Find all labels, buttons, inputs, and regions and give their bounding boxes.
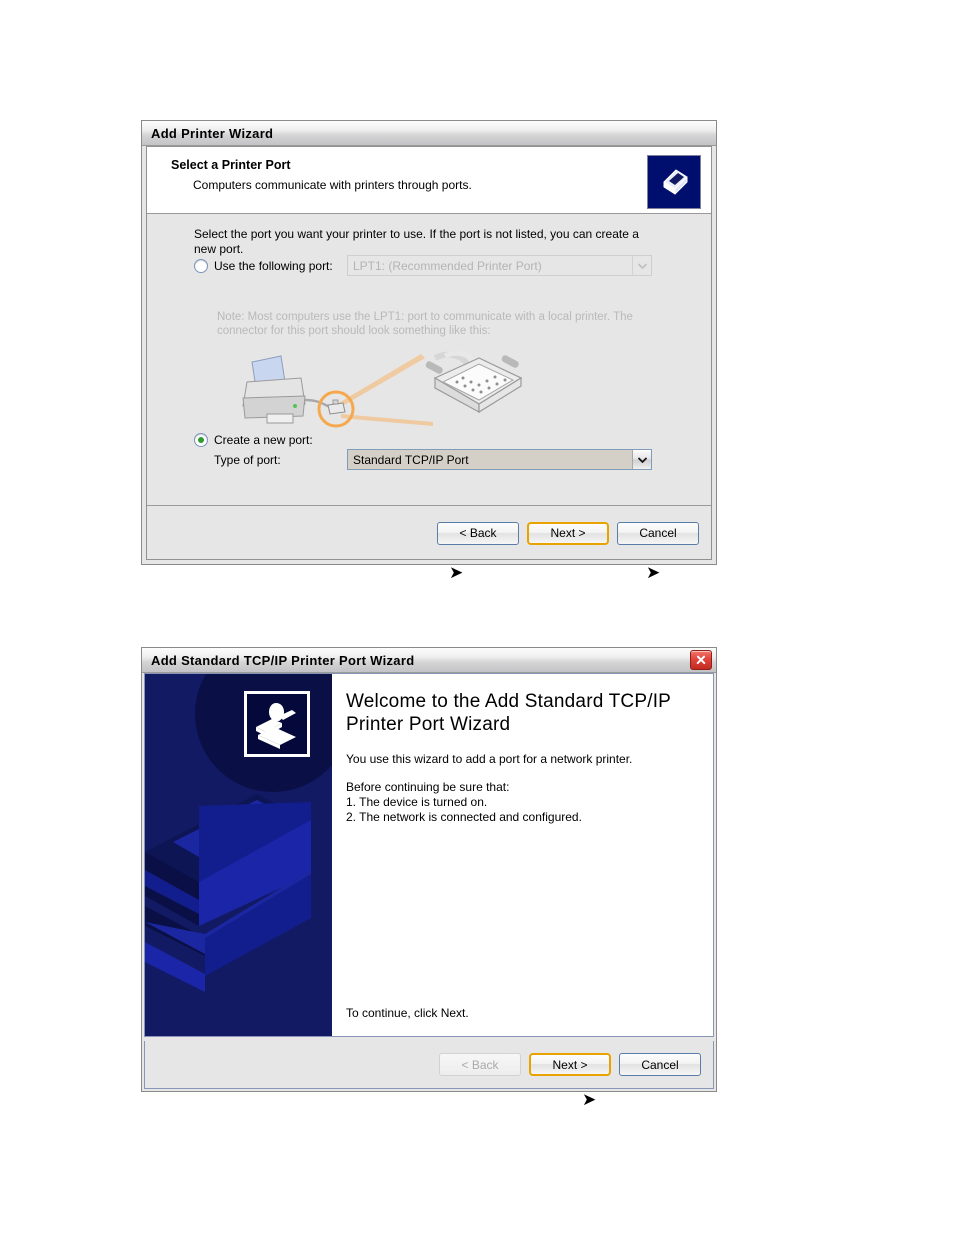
cancel-button[interactable]: Cancel	[617, 521, 699, 545]
next-button[interactable]: Next >	[527, 521, 609, 545]
prerequisite-item: 1. The device is turned on.	[346, 795, 488, 809]
welcome-heading: Welcome to the Add Standard TCP/IP Print…	[346, 691, 671, 735]
radio-use-existing-port[interactable]	[194, 259, 208, 273]
add-printer-wizard-dialog: Add Printer Wizard Select a Printer Port…	[141, 120, 717, 565]
dialog2-footer: < Back Next > Cancel	[144, 1041, 714, 1089]
close-icon[interactable]	[690, 650, 712, 670]
printer-icon	[647, 155, 701, 209]
next-button[interactable]: Next >	[529, 1053, 611, 1076]
wizard-banner-graphic	[145, 674, 332, 1036]
prerequisite-item: 2. The network is connected and configur…	[346, 810, 582, 824]
lpt1-note: Note: Most computers use the LPT1: port …	[217, 311, 633, 337]
next-button-pointer-icon: ➤	[582, 1090, 597, 1110]
existing-port-dropdown: LPT1: (Recommended Printer Port)	[347, 255, 652, 276]
cancel-button-pointer-icon: ➤	[646, 563, 661, 583]
port-type-dropdown[interactable]: Standard TCP/IP Port	[347, 449, 652, 470]
welcome-content: Welcome to the Add Standard TCP/IP Print…	[332, 674, 713, 1036]
continue-hint: To continue, click Next.	[346, 1006, 469, 1020]
chevron-down-icon[interactable]	[632, 450, 651, 469]
dialog2-title: Add Standard TCP/IP Printer Port Wizard	[151, 652, 415, 668]
type-of-port-label: Type of port:	[214, 453, 281, 467]
dialog2-titlebar[interactable]: Add Standard TCP/IP Printer Port Wizard	[142, 648, 716, 673]
radio-create-new-port[interactable]	[194, 433, 208, 447]
add-standard-tcpip-printer-port-wizard-dialog: Add Standard TCP/IP Printer Port Wizard	[141, 647, 717, 1092]
create-new-port-option[interactable]: Create a new port:	[194, 433, 313, 447]
page-subtitle: Computers communicate with printers thro…	[193, 178, 472, 192]
use-existing-port-option[interactable]: Use the following port:	[194, 259, 333, 273]
dialog1-title: Add Printer Wizard	[151, 125, 274, 141]
dialog1-body: Select the port you want your printer to…	[147, 215, 711, 506]
printer-parallel-connector-illustration	[229, 342, 529, 437]
page-title: Select a Printer Port	[171, 158, 291, 172]
existing-port-value: LPT1: (Recommended Printer Port)	[348, 256, 632, 275]
network-printer-icon	[244, 691, 310, 757]
intro-text: Select the port you want your printer to…	[194, 227, 639, 256]
next-button-pointer-icon: ➤	[449, 563, 464, 583]
dialog1-header: Select a Printer Port Computers communic…	[147, 147, 711, 214]
use-existing-port-label: Use the following port:	[214, 259, 333, 273]
dialog1-titlebar[interactable]: Add Printer Wizard	[142, 121, 716, 146]
dialog1-footer: < Back Next > Cancel	[147, 507, 711, 559]
port-type-value: Standard TCP/IP Port	[348, 450, 632, 469]
prerequisites-heading: Before continuing be sure that:	[346, 780, 510, 794]
dialog2-inner-frame: Welcome to the Add Standard TCP/IP Print…	[144, 673, 714, 1089]
chevron-down-icon	[632, 256, 651, 275]
dialog1-inner-frame: Select a Printer Port Computers communic…	[146, 146, 712, 560]
welcome-pane: Welcome to the Add Standard TCP/IP Print…	[144, 673, 714, 1037]
welcome-paragraph: You use this wizard to add a port for a …	[346, 752, 633, 766]
create-new-port-label: Create a new port:	[214, 433, 313, 447]
back-button[interactable]: < Back	[437, 521, 519, 545]
welcome-prerequisites: Before continuing be sure that: 1. The d…	[346, 780, 699, 825]
back-button: < Back	[439, 1053, 521, 1076]
cancel-button[interactable]: Cancel	[619, 1053, 701, 1076]
